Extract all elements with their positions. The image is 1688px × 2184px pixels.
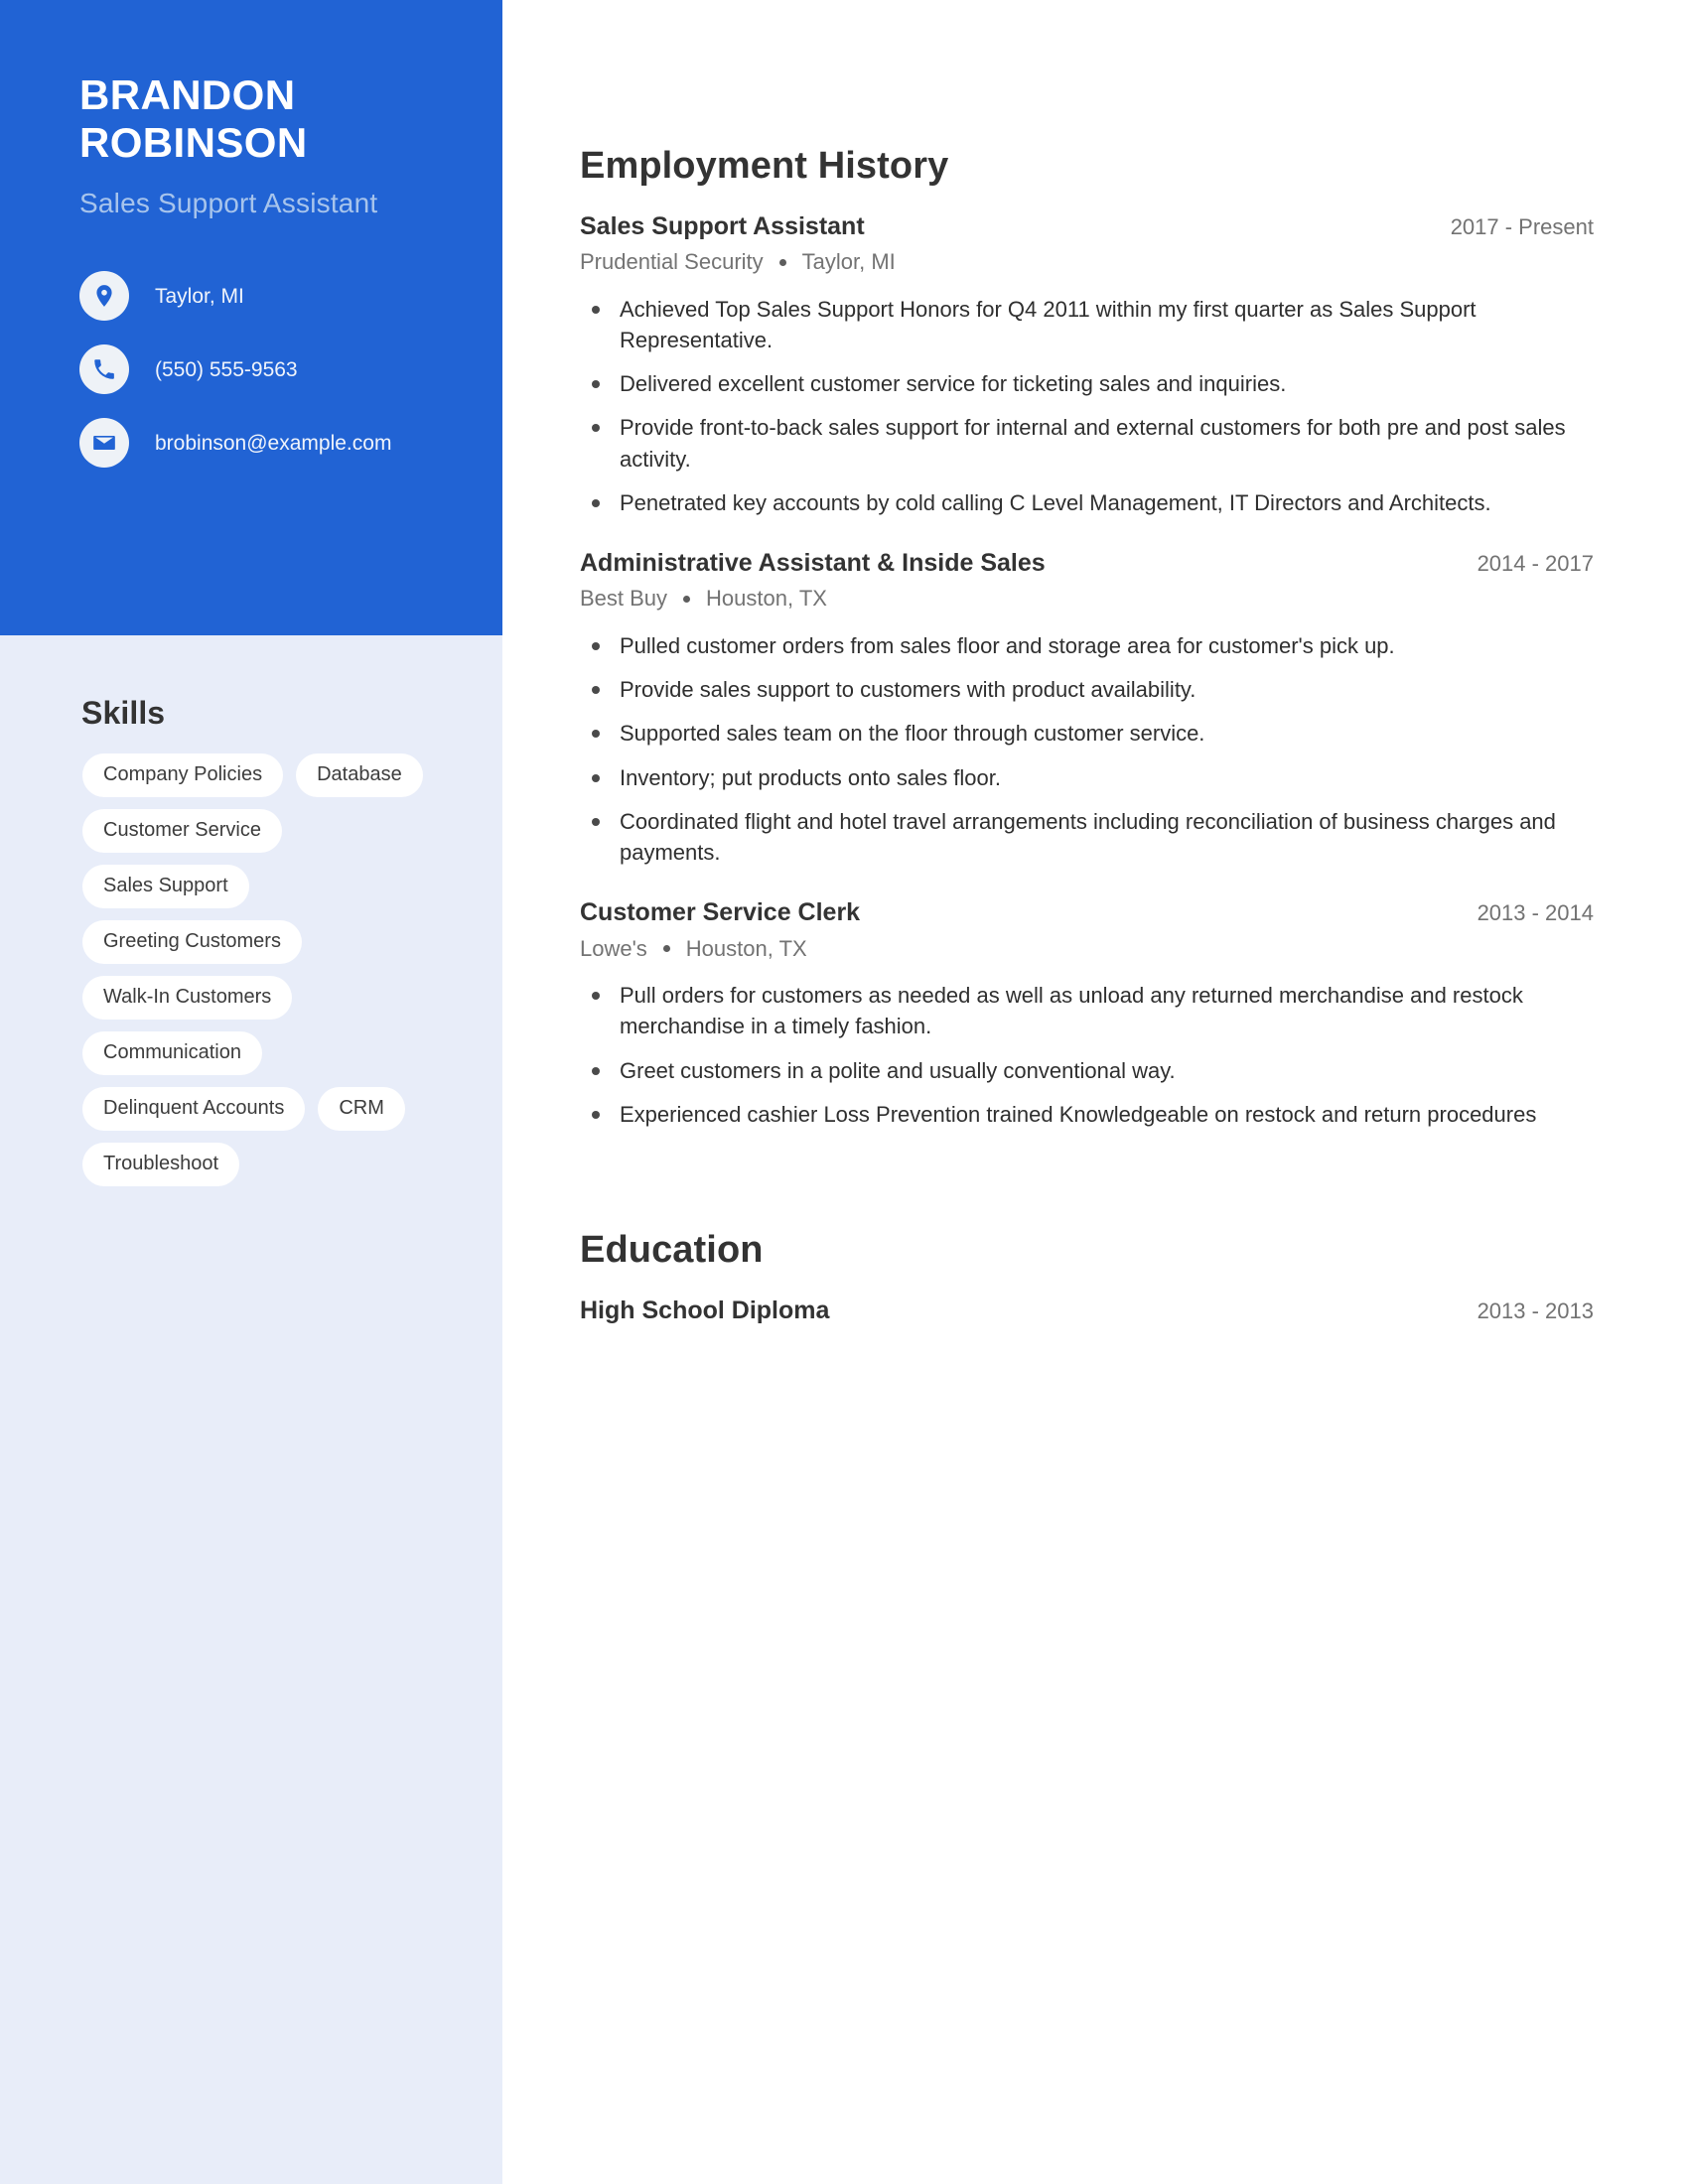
degree-title: High School Diploma <box>580 1297 830 1324</box>
location-pin-icon <box>79 271 129 322</box>
envelope-icon <box>79 418 129 469</box>
first-name: BRANDON <box>79 71 296 118</box>
job-bullet: Greet customers in a polite and usually … <box>580 1055 1594 1086</box>
employment-entry-header: Administrative Assistant & Inside Sales … <box>580 548 1594 579</box>
contact-item-phone[interactable]: (550) 555-9563 <box>79 344 502 395</box>
job-bullet: Experienced cashier Loss Prevention trai… <box>580 1099 1594 1130</box>
education-entry-header: High School Diploma 2013 - 2013 <box>580 1296 1594 1326</box>
job-bullet: Provide front-to-back sales support for … <box>580 412 1594 474</box>
job-bullet-list: Pull orders for customers as needed as w… <box>580 980 1594 1130</box>
candidate-job-title: Sales Support Assistant <box>79 187 378 218</box>
job-meta: Lowe's Houston, TX <box>580 935 1594 963</box>
employment-entry: Customer Service Clerk 2013 - 2014 Lowe'… <box>580 897 1594 1130</box>
job-company: Best Buy <box>580 586 668 612</box>
job-bullet: Supported sales team on the floor throug… <box>580 718 1594 749</box>
sidebar: BRANDON ROBINSON Sales Support Assistant… <box>0 0 502 2184</box>
skills-heading: Skills <box>81 695 166 731</box>
dot-separator-icon <box>778 258 786 266</box>
skill-pill[interactable]: CRM <box>318 1087 405 1131</box>
skill-pill[interactable]: Customer Service <box>82 809 282 853</box>
skill-pill[interactable]: Troubleshoot <box>82 1143 239 1186</box>
employment-entry: Sales Support Assistant 2017 - Present P… <box>580 211 1594 518</box>
skills-section: Skills Company Policies Database Custome… <box>0 635 502 1186</box>
job-bullet: Achieved Top Sales Support Honors for Q4… <box>580 294 1594 355</box>
job-date-range: 2014 - 2017 <box>1477 551 1594 577</box>
job-date-range: 2017 - Present <box>1450 214 1594 239</box>
contact-list: Taylor, MI (550) 555-9563 brobinson@exam… <box>79 271 502 469</box>
job-bullet: Pulled customer orders from sales floor … <box>580 630 1594 661</box>
employment-history-heading: Employment History <box>580 145 949 187</box>
skill-pill[interactable]: Communication <box>82 1031 262 1075</box>
education-heading: Education <box>580 1229 764 1271</box>
dot-separator-icon <box>683 595 691 603</box>
skills-tag-list: Company Policies Database Customer Servi… <box>82 753 460 1186</box>
job-bullet-list: Pulled customer orders from sales floor … <box>580 630 1594 868</box>
skill-pill[interactable]: Delinquent Accounts <box>82 1087 306 1131</box>
job-bullet: Inventory; put products onto sales floor… <box>580 762 1594 793</box>
job-date-range: 2013 - 2014 <box>1477 900 1594 926</box>
employment-entry: Administrative Assistant & Inside Sales … <box>580 548 1594 868</box>
job-bullet: Provide sales support to customers with … <box>580 674 1594 705</box>
skill-pill[interactable]: Company Policies <box>82 753 284 797</box>
last-name: ROBINSON <box>79 118 308 166</box>
skill-pill[interactable]: Sales Support <box>82 865 249 908</box>
job-bullet: Penetrated key accounts by cold calling … <box>580 487 1594 518</box>
job-bullet: Coordinated flight and hotel travel arra… <box>580 806 1594 868</box>
job-title: Customer Service Clerk <box>580 898 861 927</box>
dot-separator-icon <box>662 944 670 952</box>
contact-item-location[interactable]: Taylor, MI <box>79 271 502 322</box>
job-location: Taylor, MI <box>801 249 896 275</box>
skill-pill[interactable]: Greeting Customers <box>82 920 302 964</box>
contact-phone-text: (550) 555-9563 <box>155 357 298 381</box>
education-entry: High School Diploma 2013 - 2013 <box>580 1296 1594 1326</box>
contact-location-text: Taylor, MI <box>155 284 244 308</box>
degree-date-range: 2013 - 2013 <box>1477 1298 1594 1323</box>
job-title: Sales Support Assistant <box>580 212 865 240</box>
job-bullet: Delivered excellent customer service for… <box>580 368 1594 399</box>
contact-item-email[interactable]: brobinson@example.com <box>79 418 502 469</box>
job-bullet: Pull orders for customers as needed as w… <box>580 980 1594 1041</box>
sidebar-header: BRANDON ROBINSON Sales Support Assistant… <box>0 0 502 635</box>
skill-pill[interactable]: Database <box>296 753 423 797</box>
job-company: Lowe's <box>580 935 647 961</box>
job-title: Administrative Assistant & Inside Sales <box>580 549 1046 578</box>
candidate-name: BRANDON ROBINSON <box>79 71 502 167</box>
job-location: Houston, TX <box>706 586 827 612</box>
job-company: Prudential Security <box>580 249 764 275</box>
resume-page: BRANDON ROBINSON Sales Support Assistant… <box>0 0 1688 2184</box>
employment-entry-header: Sales Support Assistant 2017 - Present <box>580 211 1594 242</box>
employment-entry-header: Customer Service Clerk 2013 - 2014 <box>580 897 1594 928</box>
job-location: Houston, TX <box>685 935 807 961</box>
job-meta: Best Buy Houston, TX <box>580 585 1594 613</box>
job-meta: Prudential Security Taylor, MI <box>580 248 1594 276</box>
phone-icon <box>79 344 129 395</box>
skill-pill[interactable]: Walk-In Customers <box>82 976 293 1020</box>
contact-email-text: brobinson@example.com <box>155 431 392 455</box>
main-content: Employment History Sales Support Assista… <box>502 0 1688 2184</box>
job-bullet-list: Achieved Top Sales Support Honors for Q4… <box>580 294 1594 518</box>
